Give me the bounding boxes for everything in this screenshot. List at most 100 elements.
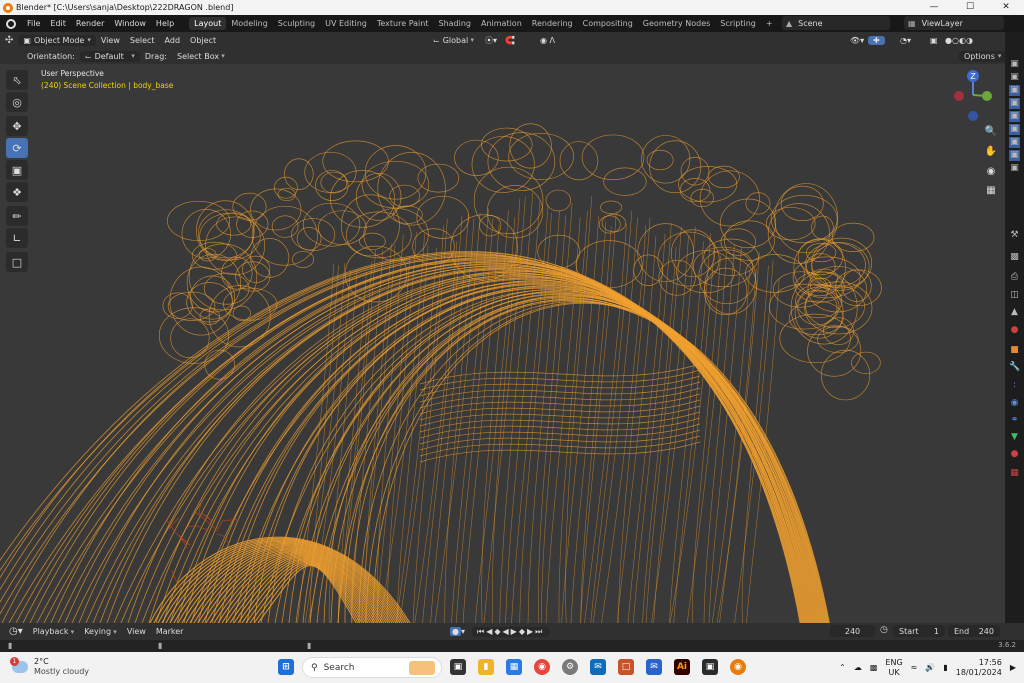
camera-icon[interactable]: ◉ bbox=[982, 162, 1000, 180]
annotate-icon[interactable]: ✏ bbox=[6, 206, 28, 226]
render-icon[interactable]: ▩ bbox=[1009, 252, 1020, 263]
tool-icon[interactable]: ⚒ bbox=[1009, 230, 1020, 241]
cursor-icon[interactable]: ◎ bbox=[6, 92, 28, 112]
zoom-icon[interactable]: 🔍 bbox=[982, 122, 1000, 140]
camera-layer-icon[interactable]: ▣ bbox=[1009, 98, 1020, 109]
tab-uv-editing[interactable]: UV Editing bbox=[320, 17, 372, 30]
pivot-icon[interactable]: ⦿▾ bbox=[480, 35, 502, 46]
sticky-app-icon[interactable]: ▣ bbox=[702, 659, 718, 675]
display-icon[interactable]: ▩ bbox=[870, 663, 878, 672]
tab-geometry-nodes[interactable]: Geometry Nodes bbox=[638, 17, 715, 30]
gizmo-neg-z-axis[interactable] bbox=[968, 111, 978, 121]
camera-layer-icon[interactable]: ▣ bbox=[1009, 111, 1020, 122]
timeline-editor-icon[interactable]: ◷▾ bbox=[4, 626, 28, 637]
menu-select[interactable]: Select bbox=[125, 36, 160, 45]
camera-layer-icon[interactable]: ▣ bbox=[1009, 85, 1020, 96]
camera-layer-icon[interactable]: ▣ bbox=[1009, 59, 1020, 70]
windows-start-icon[interactable]: ⊞ bbox=[278, 659, 294, 675]
store-icon[interactable]: ▦ bbox=[506, 659, 522, 675]
gizmo-y-axis[interactable] bbox=[982, 91, 992, 101]
tab-texture-paint[interactable]: Texture Paint bbox=[372, 17, 434, 30]
select-box-icon[interactable]: ⬁ bbox=[6, 70, 28, 90]
grid-view-icon[interactable]: ▦ bbox=[982, 181, 1000, 199]
settings-gear-icon[interactable]: ⚙ bbox=[562, 659, 578, 675]
chrome-icon[interactable]: ◉ bbox=[534, 659, 550, 675]
blender-menu-icon[interactable] bbox=[6, 18, 16, 29]
task-view-icon[interactable]: ▣ bbox=[450, 659, 466, 675]
editor-type-icon[interactable]: ✣ bbox=[0, 35, 18, 46]
camera-layer-icon[interactable]: ▣ bbox=[1009, 163, 1020, 174]
menu-add[interactable]: Add bbox=[160, 36, 186, 45]
snap-icon[interactable]: 🧲 bbox=[500, 36, 520, 45]
constraints-icon[interactable]: ⚭ bbox=[1009, 415, 1020, 426]
mode-selector[interactable]: ▣ Object Mode ▾ bbox=[18, 34, 96, 46]
wifi-icon[interactable]: ≈ bbox=[911, 663, 918, 672]
drag-selector[interactable]: Select Box ▾ bbox=[172, 52, 230, 61]
physics-icon[interactable]: ◉ bbox=[1009, 398, 1020, 409]
language-indicator[interactable]: ENG UK bbox=[885, 658, 902, 678]
menu-playback[interactable]: Playback ▾ bbox=[28, 627, 79, 636]
move-icon[interactable]: ✥ bbox=[6, 116, 28, 136]
scene-props-icon[interactable]: ▲ bbox=[1009, 307, 1020, 318]
current-frame-field[interactable]: 240 bbox=[830, 625, 875, 637]
output-icon[interactable]: ⎙ bbox=[1009, 272, 1020, 283]
modifier-icon[interactable]: 🔧 bbox=[1009, 362, 1020, 373]
shading-modes-icon[interactable]: ●○◐◑ bbox=[940, 36, 978, 45]
blender-taskbar-icon[interactable]: ◉ bbox=[730, 659, 746, 675]
next-key-icon[interactable]: ◆▶ bbox=[519, 627, 535, 636]
world-icon[interactable]: ● bbox=[1009, 325, 1020, 336]
outlook-icon[interactable]: ✉ bbox=[590, 659, 606, 675]
weather-widget[interactable]: 1 2°C Mostly cloudy bbox=[10, 657, 89, 677]
clock-icon[interactable]: ◷ bbox=[880, 625, 888, 635]
chevron-up-icon[interactable]: ⌃ bbox=[839, 663, 846, 672]
add-cube-icon[interactable]: □ bbox=[6, 252, 28, 272]
taskbar-search[interactable]: ⚲ Search bbox=[302, 657, 442, 678]
notification-icon[interactable]: ▶ bbox=[1010, 663, 1016, 672]
tab-modeling[interactable]: Modeling bbox=[226, 17, 272, 30]
particles-icon[interactable]: ∶ bbox=[1009, 381, 1020, 392]
record-button[interactable]: ● ▾ bbox=[445, 627, 470, 636]
gizmo-toggle-icon[interactable]: ✚ bbox=[868, 35, 885, 45]
maximize-button[interactable]: ☐ bbox=[952, 0, 988, 15]
menu-file[interactable]: File bbox=[22, 19, 45, 28]
overlay-icon[interactable]: ◔▾ bbox=[895, 36, 916, 45]
tab-layout[interactable]: Layout bbox=[189, 17, 227, 30]
jump-start-icon[interactable]: ⏮ bbox=[477, 627, 486, 637]
view-layer-icon[interactable]: ◫ bbox=[1009, 290, 1020, 301]
play-reverse-icon[interactable]: ◀ bbox=[503, 627, 511, 636]
illustrator-icon[interactable]: Ai bbox=[674, 659, 690, 675]
menu-edit[interactable]: Edit bbox=[45, 19, 71, 28]
end-frame-field[interactable]: End 240 bbox=[948, 625, 1000, 637]
menu-timeline-view[interactable]: View bbox=[122, 627, 151, 636]
tab-animation[interactable]: Animation bbox=[476, 17, 527, 30]
tab-sculpting[interactable]: Sculpting bbox=[273, 17, 320, 30]
camera-layer-icon[interactable]: ▣ bbox=[1009, 137, 1020, 148]
texture-icon[interactable]: ▦ bbox=[1009, 468, 1020, 479]
gizmo-x-axis[interactable] bbox=[954, 91, 964, 101]
tab-shading[interactable]: Shading bbox=[433, 17, 476, 30]
view-layer-selector[interactable]: ▦ ViewLayer bbox=[904, 16, 1004, 30]
proportional-icon[interactable]: ◉ Λ bbox=[535, 36, 560, 45]
file-explorer-icon[interactable]: ▮ bbox=[478, 659, 494, 675]
options-button[interactable]: Options ▾ bbox=[959, 50, 1007, 62]
camera-layer-icon[interactable]: ▣ bbox=[1009, 150, 1020, 161]
volume-icon[interactable]: 🔊 bbox=[925, 663, 935, 672]
3d-viewport[interactable]: User Perspective (240) Scene Collection … bbox=[0, 64, 1005, 623]
navigation-gizmo[interactable]: Z bbox=[948, 70, 998, 130]
scale-icon[interactable]: ▣ bbox=[6, 160, 28, 180]
mail-icon[interactable]: ✉ bbox=[646, 659, 662, 675]
close-button[interactable]: ✕ bbox=[988, 0, 1024, 15]
playback-controls[interactable]: ⏮ ◀◆ ◀ ▶ ◆▶ ⏭ bbox=[472, 626, 550, 637]
camera-layer-icon[interactable]: ▣ bbox=[1009, 124, 1020, 135]
pan-hand-icon[interactable]: ✋ bbox=[982, 142, 1000, 160]
powerpoint-icon[interactable]: □ bbox=[618, 659, 634, 675]
menu-keying[interactable]: Keying ▾ bbox=[79, 627, 122, 636]
menu-view[interactable]: View bbox=[96, 36, 125, 45]
play-icon[interactable]: ▶ bbox=[511, 627, 519, 636]
object-props-icon[interactable]: ■ bbox=[1009, 345, 1020, 356]
start-frame-field[interactable]: Start 1 bbox=[893, 625, 945, 637]
rotate-icon[interactable]: ⟳ bbox=[6, 138, 28, 158]
menu-object[interactable]: Object bbox=[185, 36, 221, 45]
visibility-icon[interactable]: 👁▾ bbox=[845, 36, 869, 45]
orientation-selector[interactable]: ⌙ Default ▾ bbox=[79, 50, 140, 62]
